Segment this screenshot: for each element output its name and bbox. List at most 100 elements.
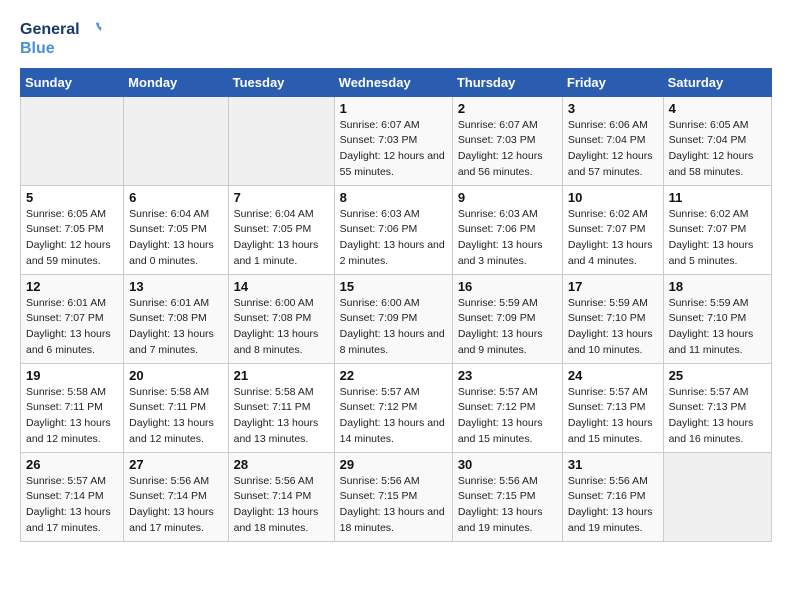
day-info: Sunrise: 5:56 AMSunset: 7:15 PMDaylight:… — [458, 474, 557, 537]
day-cell: 13 Sunrise: 6:01 AMSunset: 7:08 PMDayligh… — [124, 274, 228, 363]
day-cell: 25 Sunrise: 5:57 AMSunset: 7:13 PMDayligh… — [663, 363, 771, 452]
day-number: 19 — [26, 368, 118, 383]
day-cell: 28 Sunrise: 5:56 AMSunset: 7:14 PMDayligh… — [228, 452, 334, 541]
day-number: 16 — [458, 279, 557, 294]
day-number: 20 — [129, 368, 222, 383]
day-number: 14 — [234, 279, 329, 294]
day-cell: 31 Sunrise: 5:56 AMSunset: 7:16 PMDayligh… — [562, 452, 663, 541]
day-number: 7 — [234, 190, 329, 205]
day-info: Sunrise: 6:04 AMSunset: 7:05 PMDaylight:… — [129, 207, 222, 270]
day-number: 11 — [669, 190, 766, 205]
day-info: Sunrise: 6:00 AMSunset: 7:08 PMDaylight:… — [234, 296, 329, 359]
day-info: Sunrise: 5:58 AMSunset: 7:11 PMDaylight:… — [129, 385, 222, 448]
page-header: General Blue — [20, 20, 772, 58]
day-cell: 23 Sunrise: 5:57 AMSunset: 7:12 PMDayligh… — [452, 363, 562, 452]
week-row-1: 1 Sunrise: 6:07 AMSunset: 7:03 PMDaylight… — [21, 96, 772, 185]
day-number: 12 — [26, 279, 118, 294]
header-row: SundayMondayTuesdayWednesdayThursdayFrid… — [21, 68, 772, 96]
day-cell: 8Sunrise: 6:03 AMSunset: 7:06 PMDaylight… — [334, 185, 452, 274]
day-info: Sunrise: 6:02 AMSunset: 7:07 PMDaylight:… — [568, 207, 658, 270]
calendar-table: SundayMondayTuesdayWednesdayThursdayFrid… — [20, 68, 772, 542]
day-info: Sunrise: 5:56 AMSunset: 7:16 PMDaylight:… — [568, 474, 658, 537]
day-cell: 17 Sunrise: 5:59 AMSunset: 7:10 PMDayligh… — [562, 274, 663, 363]
day-cell — [663, 452, 771, 541]
day-number: 23 — [458, 368, 557, 383]
day-number: 4 — [669, 101, 766, 116]
day-number: 30 — [458, 457, 557, 472]
day-cell: 26 Sunrise: 5:57 AMSunset: 7:14 PMDayligh… — [21, 452, 124, 541]
day-number: 3 — [568, 101, 658, 116]
day-cell: 24Sunrise: 5:57 AMSunset: 7:13 PMDayligh… — [562, 363, 663, 452]
day-info: Sunrise: 5:57 AMSunset: 7:12 PMDaylight:… — [458, 385, 557, 448]
week-row-5: 26 Sunrise: 5:57 AMSunset: 7:14 PMDayligh… — [21, 452, 772, 541]
day-number: 26 — [26, 457, 118, 472]
day-info: Sunrise: 5:58 AMSunset: 7:11 PMDaylight:… — [26, 385, 118, 448]
day-cell: 9Sunrise: 6:03 AMSunset: 7:06 PMDaylight… — [452, 185, 562, 274]
day-cell: 6 Sunrise: 6:04 AMSunset: 7:05 PMDaylight… — [124, 185, 228, 274]
day-number: 2 — [458, 101, 557, 116]
day-info: Sunrise: 5:56 AMSunset: 7:14 PMDaylight:… — [129, 474, 222, 537]
day-info: Sunrise: 6:00 AMSunset: 7:09 PMDaylight:… — [340, 296, 447, 359]
day-cell: 5Sunrise: 6:05 AMSunset: 7:05 PMDaylight… — [21, 185, 124, 274]
day-info: Sunrise: 6:02 AMSunset: 7:07 PMDaylight:… — [669, 207, 766, 270]
day-info: Sunrise: 6:01 AMSunset: 7:07 PMDaylight:… — [26, 296, 118, 359]
day-info: Sunrise: 6:07 AMSunset: 7:03 PMDaylight:… — [458, 118, 557, 181]
day-number: 31 — [568, 457, 658, 472]
day-cell: 16Sunrise: 5:59 AMSunset: 7:09 PMDayligh… — [452, 274, 562, 363]
col-header-monday: Monday — [124, 68, 228, 96]
day-cell: 18Sunrise: 5:59 AMSunset: 7:10 PMDayligh… — [663, 274, 771, 363]
day-info: Sunrise: 5:56 AMSunset: 7:14 PMDaylight:… — [234, 474, 329, 537]
day-cell: 15 Sunrise: 6:00 AMSunset: 7:09 PMDayligh… — [334, 274, 452, 363]
day-info: Sunrise: 6:07 AMSunset: 7:03 PMDaylight:… — [340, 118, 447, 181]
day-number: 28 — [234, 457, 329, 472]
col-header-friday: Friday — [562, 68, 663, 96]
day-cell: 14 Sunrise: 6:00 AMSunset: 7:08 PMDayligh… — [228, 274, 334, 363]
day-number: 17 — [568, 279, 658, 294]
col-header-thursday: Thursday — [452, 68, 562, 96]
day-number: 21 — [234, 368, 329, 383]
col-header-tuesday: Tuesday — [228, 68, 334, 96]
day-info: Sunrise: 6:03 AMSunset: 7:06 PMDaylight:… — [340, 207, 447, 270]
day-number: 1 — [340, 101, 447, 116]
day-cell: 30 Sunrise: 5:56 AMSunset: 7:15 PMDayligh… — [452, 452, 562, 541]
day-cell: 2 Sunrise: 6:07 AMSunset: 7:03 PMDaylight… — [452, 96, 562, 185]
day-info: Sunrise: 5:56 AMSunset: 7:15 PMDaylight:… — [340, 474, 447, 537]
day-number: 25 — [669, 368, 766, 383]
logo: General Blue — [20, 20, 102, 58]
day-number: 22 — [340, 368, 447, 383]
day-cell: 4 Sunrise: 6:05 AMSunset: 7:04 PMDaylight… — [663, 96, 771, 185]
day-info: Sunrise: 6:04 AMSunset: 7:05 PMDaylight:… — [234, 207, 329, 270]
day-cell: 11 Sunrise: 6:02 AMSunset: 7:07 PMDayligh… — [663, 185, 771, 274]
day-info: Sunrise: 5:57 AMSunset: 7:12 PMDaylight:… — [340, 385, 447, 448]
day-info: Sunrise: 5:59 AMSunset: 7:10 PMDaylight:… — [669, 296, 766, 359]
day-info: Sunrise: 5:57 AMSunset: 7:14 PMDaylight:… — [26, 474, 118, 537]
day-number: 9 — [458, 190, 557, 205]
logo-bird-icon — [82, 20, 102, 40]
day-number: 15 — [340, 279, 447, 294]
logo-graphic: General Blue — [20, 20, 102, 58]
logo-general: General — [20, 21, 80, 39]
day-cell — [228, 96, 334, 185]
day-cell: 22 Sunrise: 5:57 AMSunset: 7:12 PMDayligh… — [334, 363, 452, 452]
col-header-wednesday: Wednesday — [334, 68, 452, 96]
week-row-4: 19 Sunrise: 5:58 AMSunset: 7:11 PMDayligh… — [21, 363, 772, 452]
day-cell — [21, 96, 124, 185]
day-cell: 1 Sunrise: 6:07 AMSunset: 7:03 PMDaylight… — [334, 96, 452, 185]
day-info: Sunrise: 5:57 AMSunset: 7:13 PMDaylight:… — [669, 385, 766, 448]
day-info: Sunrise: 6:05 AMSunset: 7:04 PMDaylight:… — [669, 118, 766, 181]
day-info: Sunrise: 5:57 AMSunset: 7:13 PMDaylight:… — [568, 385, 658, 448]
day-cell: 3 Sunrise: 6:06 AMSunset: 7:04 PMDaylight… — [562, 96, 663, 185]
day-info: Sunrise: 6:06 AMSunset: 7:04 PMDaylight:… — [568, 118, 658, 181]
day-info: Sunrise: 5:59 AMSunset: 7:10 PMDaylight:… — [568, 296, 658, 359]
day-number: 13 — [129, 279, 222, 294]
day-number: 27 — [129, 457, 222, 472]
day-info: Sunrise: 6:01 AMSunset: 7:08 PMDaylight:… — [129, 296, 222, 359]
week-row-3: 12 Sunrise: 6:01 AMSunset: 7:07 PMDayligh… — [21, 274, 772, 363]
day-cell: 20 Sunrise: 5:58 AMSunset: 7:11 PMDayligh… — [124, 363, 228, 452]
day-cell: 10Sunrise: 6:02 AMSunset: 7:07 PMDayligh… — [562, 185, 663, 274]
logo-blue: Blue — [20, 40, 55, 58]
day-number: 6 — [129, 190, 222, 205]
day-cell: 29 Sunrise: 5:56 AMSunset: 7:15 PMDayligh… — [334, 452, 452, 541]
day-number: 29 — [340, 457, 447, 472]
col-header-sunday: Sunday — [21, 68, 124, 96]
